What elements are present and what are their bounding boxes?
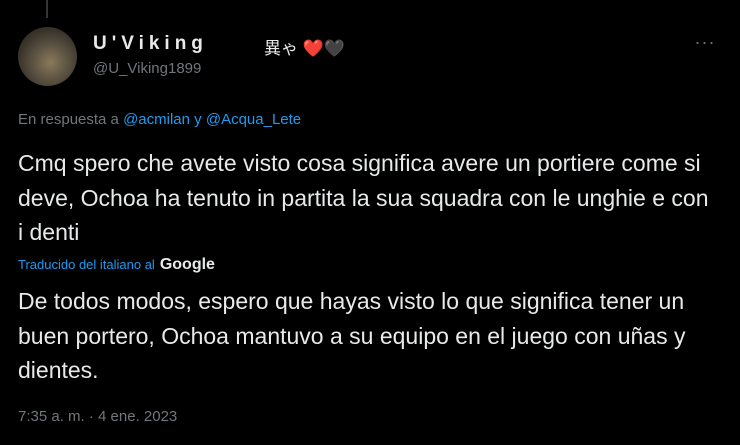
more-options-icon[interactable]: ··· xyxy=(693,30,717,54)
avatar[interactable] xyxy=(18,27,77,86)
display-name[interactable]: U'Viking xyxy=(93,33,208,55)
google-logo: Google xyxy=(159,256,215,273)
mention-link[interactable]: @acmilan xyxy=(123,111,190,128)
reply-context-joiner: y xyxy=(190,111,206,128)
reply-context: En respuesta a @acmilan y @Acqua_Lete xyxy=(18,111,301,128)
thread-connector-line xyxy=(46,0,48,18)
reply-context-prefix: En respuesta a xyxy=(18,111,124,128)
display-name-emoji: 異ゃ ❤️🖤 xyxy=(264,39,346,58)
tweet-text: Cmq spero che avete visto cosa significa… xyxy=(18,150,709,245)
mention-link[interactable]: @Acqua_Lete xyxy=(206,111,301,128)
tweet-timestamp[interactable]: 7:35 a. m. · 4 ene. 2023 xyxy=(18,408,177,425)
translated-tweet-text: De todos modos, espero que hayas visto l… xyxy=(18,288,686,383)
translation-label[interactable]: Traducido del italiano al xyxy=(18,257,155,272)
user-handle[interactable]: @U_Viking1899 xyxy=(93,60,201,77)
translation-attribution: Traducido del italiano al Google xyxy=(18,256,215,274)
